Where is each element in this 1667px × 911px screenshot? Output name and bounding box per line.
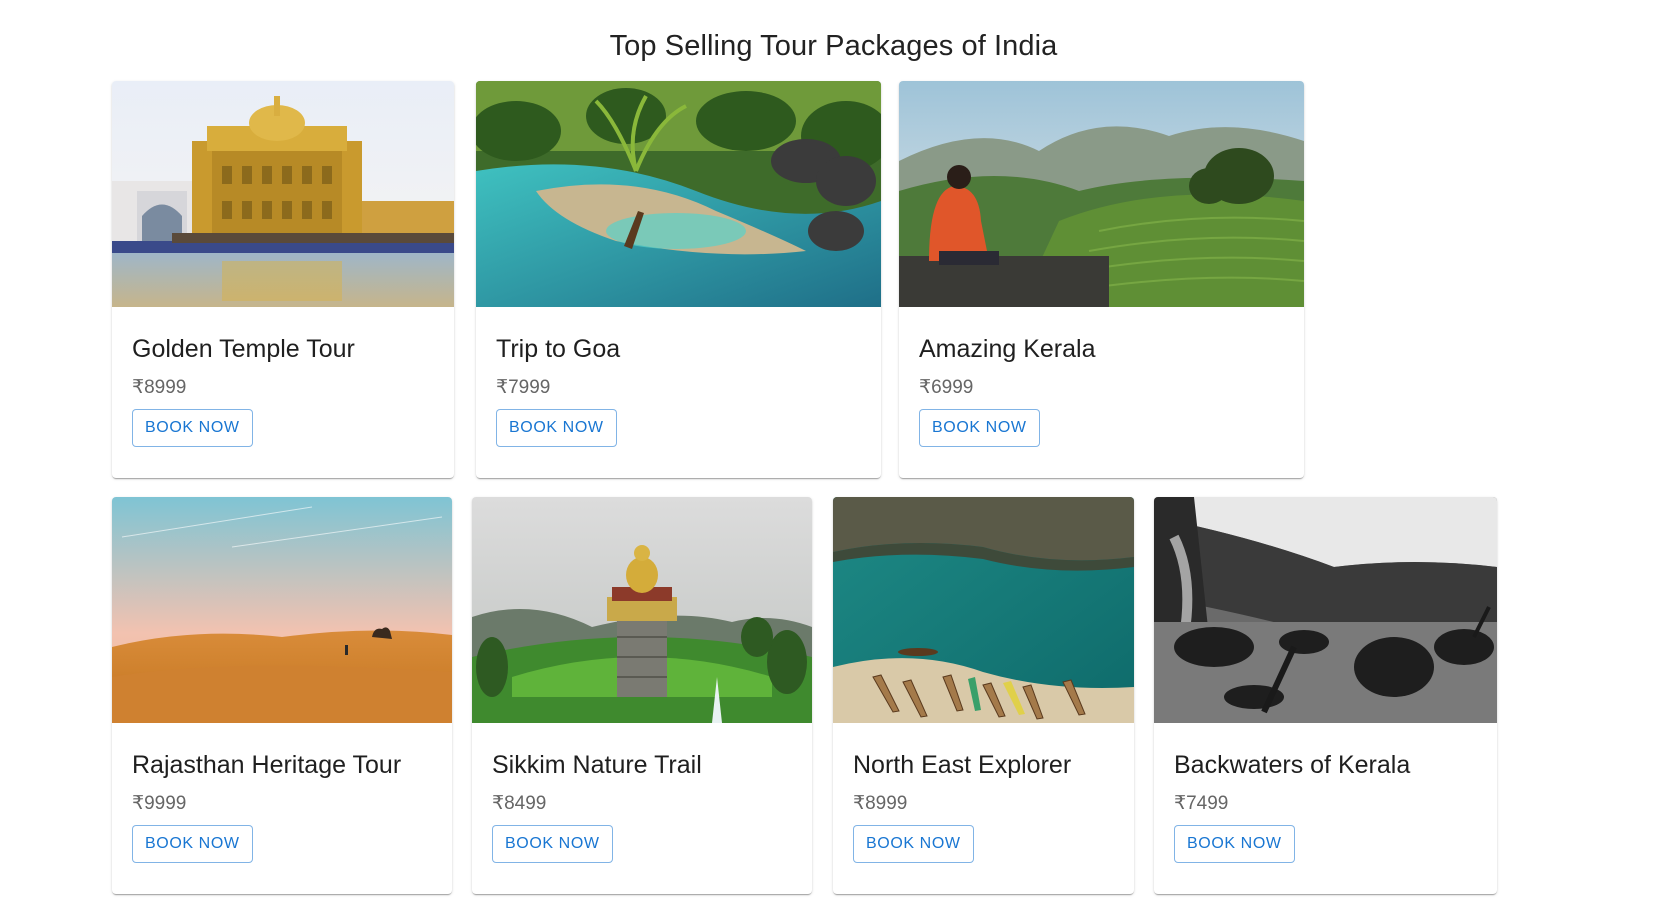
backwaters-photo[interactable]	[1154, 497, 1497, 723]
tour-card-kerala: Amazing Kerala ₹6999 BOOK NOW	[899, 81, 1304, 478]
book-now-button[interactable]: BOOK NOW	[132, 409, 253, 447]
tour-card-goa: Trip to Goa ₹7999 BOOK NOW	[476, 81, 881, 478]
book-now-button[interactable]: BOOK NOW	[132, 825, 253, 863]
rajasthan-desert-photo[interactable]	[112, 497, 452, 723]
card-price: ₹9999	[132, 793, 187, 814]
tour-card-rajasthan: Rajasthan Heritage Tour ₹9999 BOOK NOW	[112, 497, 452, 894]
golden-temple-photo[interactable]	[112, 81, 454, 307]
book-now-button[interactable]: BOOK NOW	[1174, 825, 1295, 863]
book-now-button[interactable]: BOOK NOW	[496, 409, 617, 447]
book-now-button[interactable]: BOOK NOW	[919, 409, 1040, 447]
card-title: North East Explorer	[853, 751, 1072, 779]
tour-card-sikkim: Sikkim Nature Trail ₹8499 BOOK NOW	[472, 497, 812, 894]
sikkim-buddha-photo[interactable]	[472, 497, 812, 723]
card-price: ₹8999	[853, 793, 908, 814]
goa-lagoon-photo[interactable]	[476, 81, 881, 307]
card-price: ₹6999	[919, 377, 974, 398]
book-now-button[interactable]: BOOK NOW	[492, 825, 613, 863]
book-now-button[interactable]: BOOK NOW	[853, 825, 974, 863]
card-price: ₹7499	[1174, 793, 1229, 814]
card-title: Trip to Goa	[496, 335, 621, 363]
card-title: Backwaters of Kerala	[1174, 751, 1411, 779]
card-price: ₹8999	[132, 377, 187, 398]
card-title: Golden Temple Tour	[132, 335, 355, 363]
card-price: ₹8499	[492, 793, 547, 814]
page: Top Selling Tour Packages of India Golde…	[0, 0, 1667, 911]
tour-card-backwaters: Backwaters of Kerala ₹7499 BOOK NOW	[1154, 497, 1497, 894]
tour-card-golden-temple: Golden Temple Tour ₹8999 BOOK NOW	[112, 81, 454, 478]
tour-card-north-east: North East Explorer ₹8999 BOOK NOW	[833, 497, 1134, 894]
card-title: Rajasthan Heritage Tour	[132, 751, 402, 779]
card-title: Amazing Kerala	[919, 335, 1096, 363]
page-title: Top Selling Tour Packages of India	[609, 30, 1058, 62]
northeast-river-photo[interactable]	[833, 497, 1134, 723]
card-price: ₹7999	[496, 377, 551, 398]
kerala-hills-photo[interactable]	[899, 81, 1304, 307]
card-title: Sikkim Nature Trail	[492, 751, 702, 779]
